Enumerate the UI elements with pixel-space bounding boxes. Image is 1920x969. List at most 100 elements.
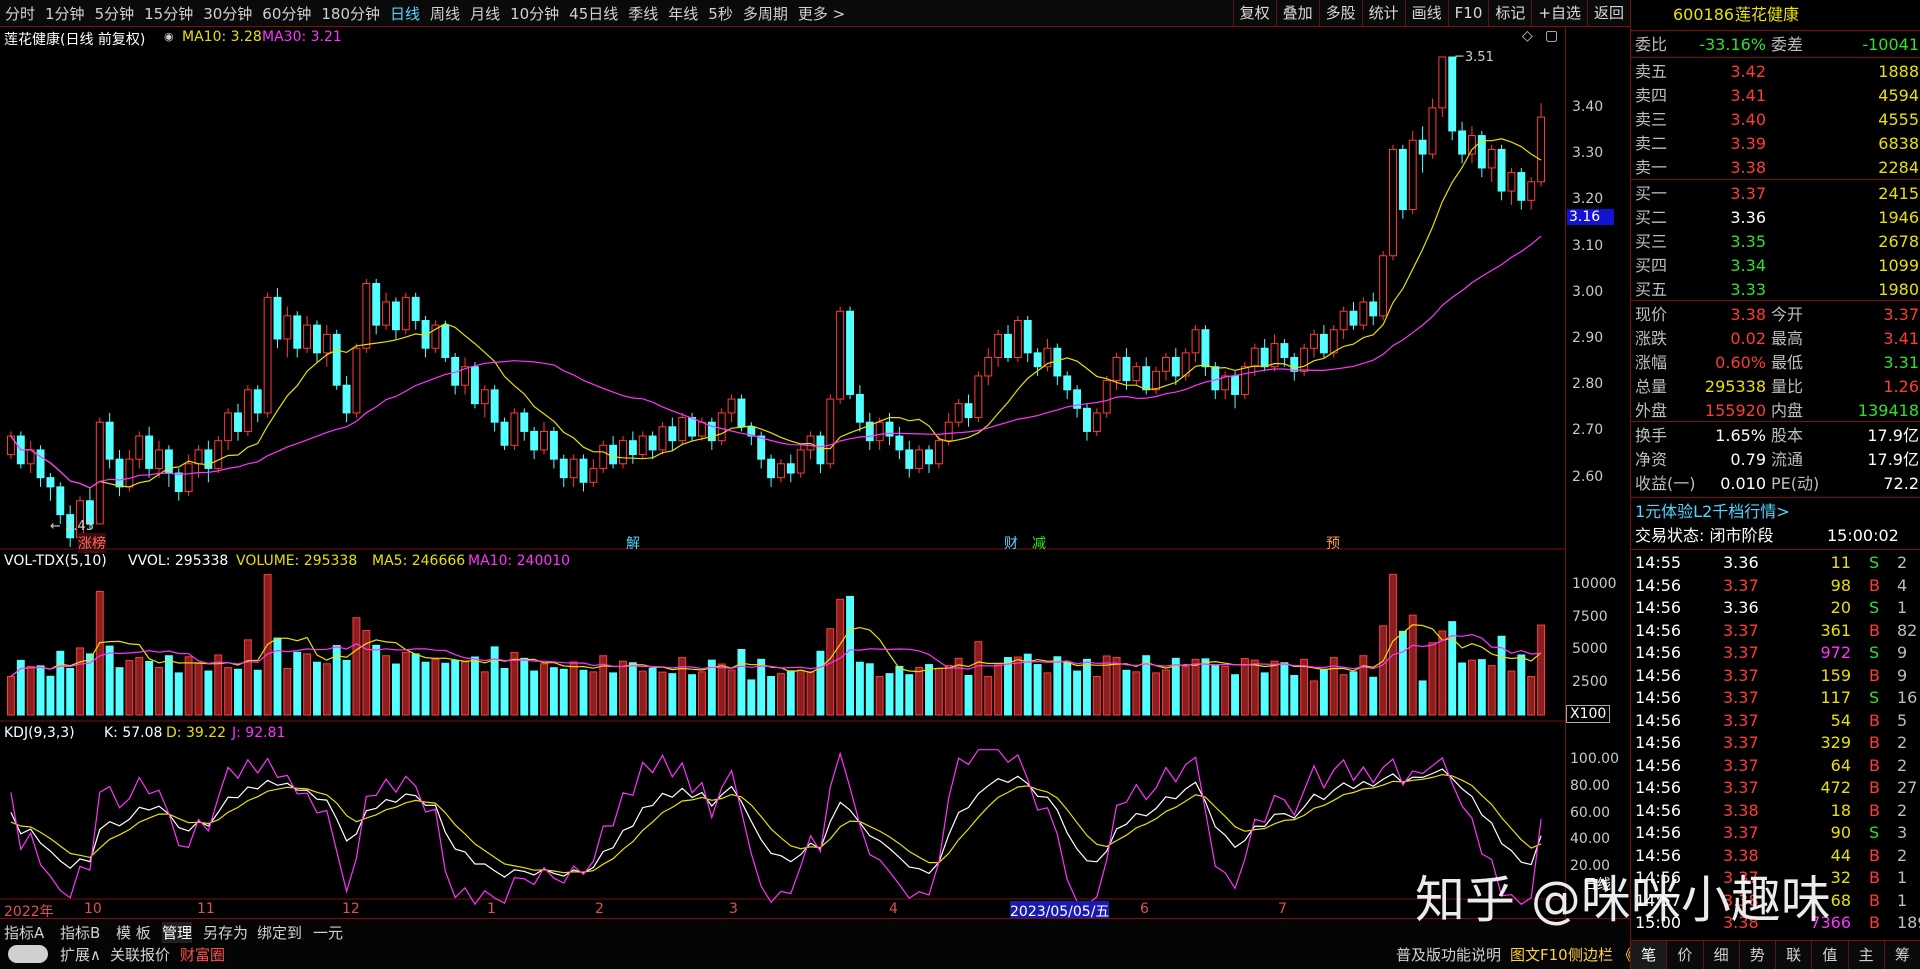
candle-body <box>1260 347 1269 368</box>
tab-timeframe-6[interactable]: 180分钟 <box>316 3 385 24</box>
tool-button-3[interactable]: 统计 <box>1361 0 1405 27</box>
candle-body <box>1161 356 1170 372</box>
candle-body <box>1004 333 1012 358</box>
tab-indicator-a[interactable]: 指标A <box>4 922 44 943</box>
feature-help-link[interactable]: 普及版功能说明 <box>1396 944 1501 965</box>
volume-bar <box>796 669 805 716</box>
volume-bar <box>293 651 302 716</box>
sidebar-toggle[interactable]: 侧边栏 《 <box>1568 944 1633 965</box>
tab-indicator-b[interactable]: 指标B <box>60 922 100 943</box>
tab-timeframe-2[interactable]: 5分钟 <box>90 3 140 24</box>
l2-promo-link[interactable]: 1元体验L2千档行情> <box>1635 500 1790 523</box>
tick-volume: 972 <box>1820 643 1851 662</box>
volume-bar <box>1122 669 1131 716</box>
volume-bar <box>1270 660 1279 716</box>
tool-button-1[interactable]: 叠加 <box>1275 0 1319 27</box>
tab-timeframe-0[interactable]: 分时 <box>0 3 40 24</box>
tool-button-0[interactable]: 复权 <box>1232 0 1276 27</box>
tab-template[interactable]: 模 板 <box>116 922 151 943</box>
tab-timeframe-8[interactable]: 周线 <box>425 3 465 24</box>
marker-zhangbang[interactable]: 涨榜 <box>78 533 106 553</box>
tab-timeframe-14[interactable]: 5秒 <box>703 3 738 24</box>
tab-timeframe-13[interactable]: 年线 <box>663 3 703 24</box>
stats-value-2: 17.9亿 <box>1867 450 1919 469</box>
tool-button-8[interactable]: 返回 <box>1586 0 1630 27</box>
tab-timeframe-3[interactable]: 15分钟 <box>139 3 198 24</box>
asks-price: 3.39 <box>1730 134 1766 153</box>
volume-bar <box>480 671 489 716</box>
stock-code: 600186 <box>1673 5 1735 24</box>
tick-side: B <box>1869 710 1880 730</box>
chart-area[interactable]: 莲花健康(日线 前复权) ◉ MA10: 3.28 MA30: 3.21 ◇ ▢… <box>0 27 1565 927</box>
tab-timeframe-4[interactable]: 30分钟 <box>198 3 257 24</box>
candle-body <box>836 310 845 400</box>
volume-bar <box>628 662 637 716</box>
bids-volume: 1099 <box>1878 256 1919 275</box>
volume-bar <box>1438 630 1447 716</box>
diamond-icon[interactable]: ◇ <box>1522 28 1533 44</box>
wealth-circle-button[interactable]: 财富圈 <box>180 944 225 965</box>
right-tab-3[interactable]: 势 <box>1740 941 1776 969</box>
settings-icon[interactable]: ◉ <box>164 30 174 43</box>
bids-price: 3.34 <box>1730 256 1766 275</box>
tick-count: 2 <box>1897 553 1908 572</box>
tick-side: B <box>1869 733 1880 752</box>
candle-body <box>1132 366 1141 382</box>
stats-label: 换手 <box>1635 426 1668 445</box>
toggle-switch[interactable] <box>8 945 48 963</box>
tab-manage[interactable]: 管理 <box>162 922 193 943</box>
volume-bar <box>540 663 548 716</box>
kdj-j-line <box>10 749 1542 906</box>
tick-volume: 18 <box>1830 800 1851 820</box>
tick-count: 27 <box>1897 778 1918 797</box>
volume-bar <box>767 676 776 716</box>
right-tab-0[interactable]: 笔 <box>1631 941 1668 969</box>
marker-jie[interactable]: 解 <box>626 533 640 553</box>
quote-row: 总量 295338 量比 1.26 <box>1631 375 1920 398</box>
marker-jian[interactable]: 减 <box>1032 533 1046 553</box>
chart-canvas[interactable] <box>0 27 1565 927</box>
f10-link[interactable]: 图文F10 <box>1510 944 1568 965</box>
tool-button-4[interactable]: 画线 <box>1404 0 1448 27</box>
candle-body <box>1063 375 1072 391</box>
tab-yiyuan[interactable]: 一元 <box>313 922 343 943</box>
tool-button-7[interactable]: +自选 <box>1531 0 1587 27</box>
tab-timeframe-9[interactable]: 月线 <box>465 3 505 24</box>
tool-button-2[interactable]: 多股 <box>1318 0 1362 27</box>
tab-timeframe-12[interactable]: 季线 <box>623 3 663 24</box>
candle-body <box>1310 333 1318 349</box>
right-tab-4[interactable]: 联 <box>1776 941 1813 969</box>
tab-timeframe-5[interactable]: 60分钟 <box>257 3 316 24</box>
candle-body <box>895 435 904 451</box>
window-icon[interactable]: ▢ <box>1545 28 1558 44</box>
tool-button-5[interactable]: F10 <box>1447 0 1489 27</box>
expand-button[interactable]: 扩展∧ <box>60 944 101 965</box>
right-tab-2[interactable]: 细 <box>1704 941 1740 969</box>
right-tab-6[interactable]: 主 <box>1849 941 1885 969</box>
related-quotes-button[interactable]: 关联报价 <box>110 944 170 965</box>
marker-yu[interactable]: 预 <box>1326 533 1340 553</box>
tab-timeframe-15[interactable]: 多周期 <box>738 3 793 24</box>
tool-button-6[interactable]: 标记 <box>1488 0 1531 27</box>
right-tab-7[interactable]: 筹 <box>1885 941 1920 969</box>
tab-timeframe-11[interactable]: 45日线 <box>564 3 623 24</box>
volume-bar <box>1260 672 1269 716</box>
candle-body <box>214 440 223 469</box>
price-axis[interactable]: 3.40 3.30 3.20 3.10 3.00 2.90 2.80 2.70 2.60 3.16… <box>1565 27 1630 927</box>
candle-body <box>944 421 953 442</box>
tab-timeframe-1[interactable]: 1分钟 <box>40 3 90 24</box>
vol-ma10-legend: MA10: 240010 <box>468 553 571 569</box>
candle-body <box>1458 130 1467 155</box>
tab-bind-to[interactable]: 绑定到 <box>257 922 302 943</box>
tab-timeframe-7[interactable]: 日线 <box>385 3 425 24</box>
marker-cai[interactable]: 财 <box>1004 533 1018 553</box>
volume-bar <box>984 676 993 716</box>
right-tab-5[interactable]: 值 <box>1812 941 1849 969</box>
candle-body <box>1468 135 1476 155</box>
right-tab-1[interactable]: 价 <box>1667 941 1704 969</box>
tab-timeframe-10[interactable]: 10分钟 <box>505 3 564 24</box>
bids-row: 买五 3.33 1980 <box>1631 278 1920 301</box>
vol-axis-label: 10000 <box>1572 576 1617 592</box>
tab-save-as[interactable]: 另存为 <box>203 922 248 943</box>
tab-timeframe-16[interactable]: 更多 > <box>793 3 850 24</box>
